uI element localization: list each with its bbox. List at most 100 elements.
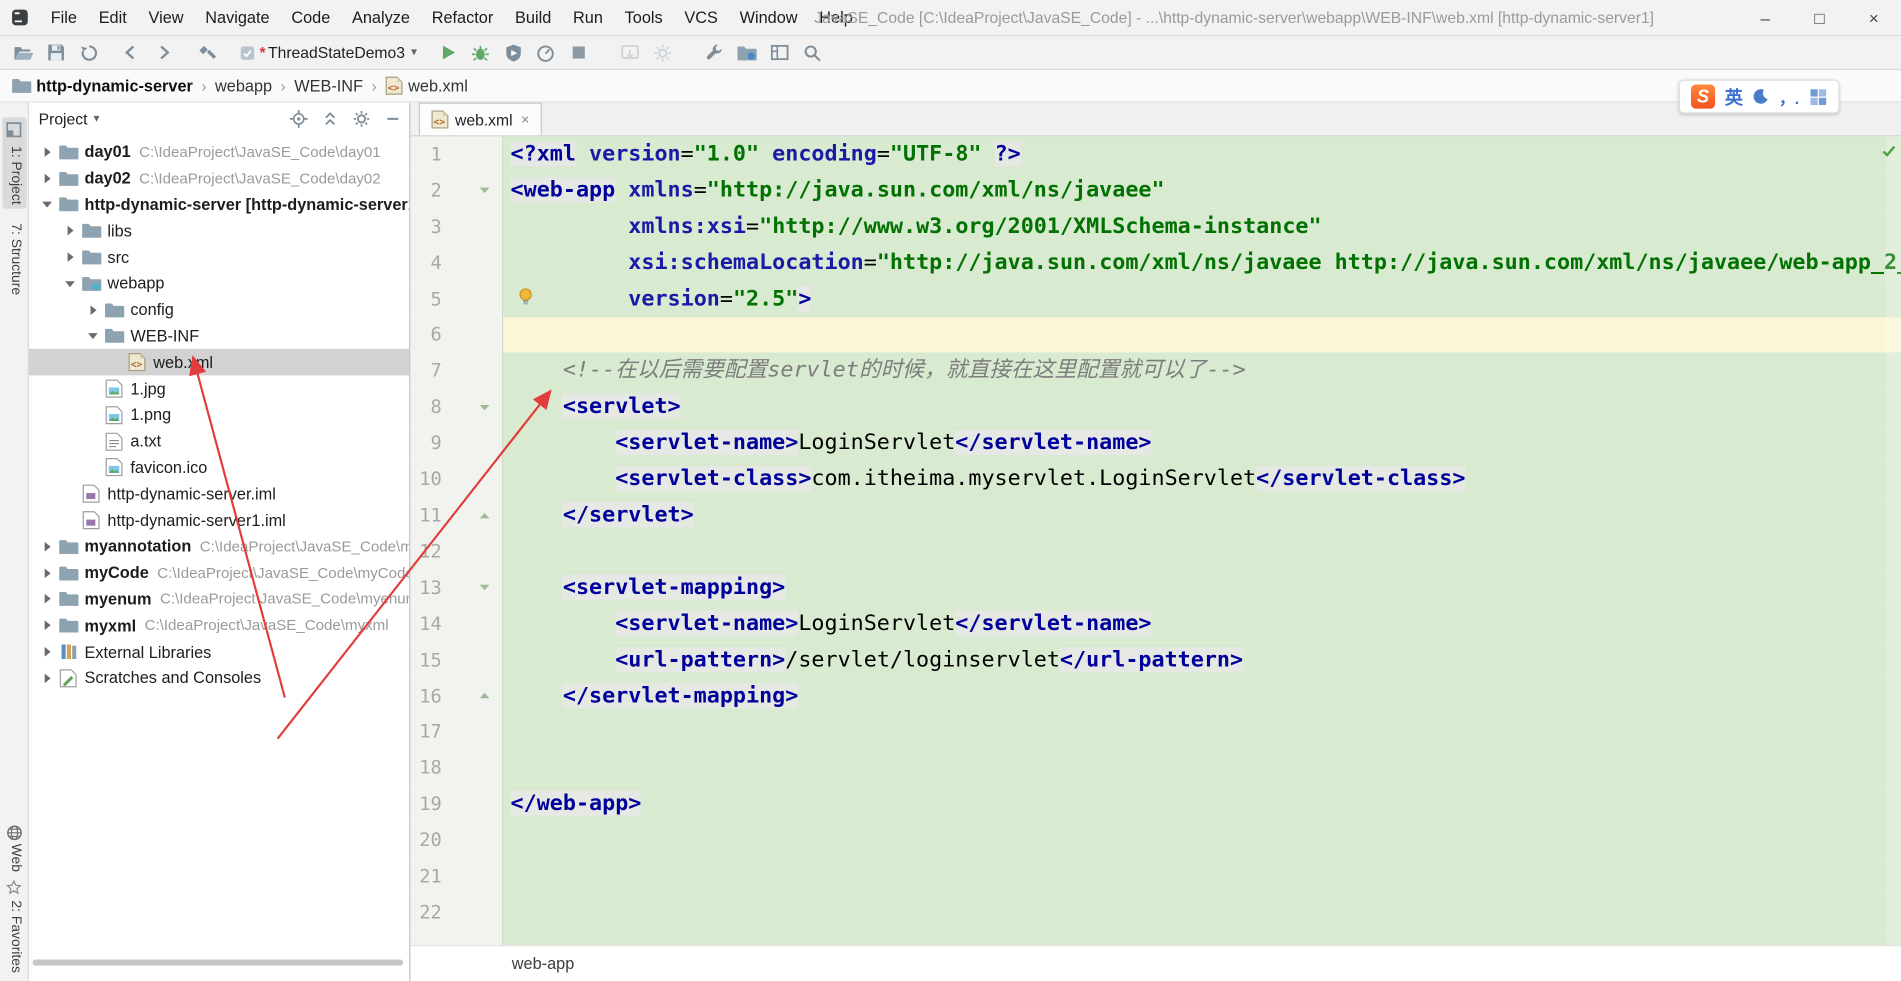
- fold-end-icon[interactable]: [466, 508, 502, 524]
- line-number[interactable]: 10: [410, 468, 441, 490]
- xml-breadcrumb-web-app[interactable]: web-app: [512, 955, 575, 973]
- chevron-collapsed-icon[interactable]: [36, 538, 57, 555]
- globe-icon[interactable]: [6, 824, 23, 841]
- menu-item-run[interactable]: Run: [562, 0, 614, 36]
- tree-item-external-libraries[interactable]: External Libraries: [29, 639, 409, 665]
- line-number[interactable]: 6: [410, 324, 441, 346]
- code-text-line-8[interactable]: <servlet>: [503, 389, 1901, 425]
- code-text-line-22[interactable]: [503, 894, 1901, 930]
- code-text-line-17[interactable]: [503, 714, 1901, 750]
- line-number[interactable]: 21: [410, 865, 441, 887]
- tree-item-http-dynamic-server-iml[interactable]: http-dynamic-server.iml: [29, 481, 409, 507]
- line-number[interactable]: 7: [410, 360, 441, 382]
- tree-item-src[interactable]: src: [29, 244, 409, 270]
- menu-item-view[interactable]: View: [138, 0, 195, 36]
- forward-icon[interactable]: [147, 38, 180, 67]
- line-number[interactable]: 18: [410, 757, 441, 779]
- line-number[interactable]: 15: [410, 649, 441, 671]
- code-text-line-3[interactable]: xmlns:xsi="http://www.w3.org/2001/XMLSch…: [503, 209, 1901, 245]
- chevron-expanded-icon[interactable]: [82, 328, 103, 345]
- editor-scrollbar[interactable]: [1885, 136, 1901, 945]
- code-text-line-16[interactable]: </servlet-mapping>: [503, 678, 1901, 714]
- code-text-line-9[interactable]: <servlet-name>LoginServlet</servlet-name…: [503, 425, 1901, 461]
- star-icon[interactable]: [6, 880, 22, 896]
- gear-arrows-icon[interactable]: [646, 38, 679, 67]
- line-number[interactable]: 1: [410, 144, 441, 166]
- toolbox-grid-icon[interactable]: [1809, 88, 1827, 106]
- chevron-collapsed-icon[interactable]: [36, 170, 57, 187]
- code-text-line-6[interactable]: [503, 317, 1901, 353]
- fold-end-icon[interactable]: [466, 688, 502, 704]
- code-text-line-7[interactable]: <!--在以后需要配置servlet的时候，就直接在这里配置就可以了-->: [503, 353, 1901, 389]
- tree-item-scratches-and-consoles[interactable]: Scratches and Consoles: [29, 665, 409, 691]
- tree-item-a-txt[interactable]: a.txt: [29, 428, 409, 454]
- breadcrumb-http-dynamic-server[interactable]: http-dynamic-server: [12, 77, 193, 95]
- chevron-collapsed-icon[interactable]: [36, 670, 57, 687]
- tree-item-1-png[interactable]: 1.png: [29, 402, 409, 428]
- code-text-line-12[interactable]: [503, 533, 1901, 569]
- code-text-line-15[interactable]: <url-pattern>/servlet/loginservlet</url-…: [503, 642, 1901, 678]
- menu-item-navigate[interactable]: Navigate: [194, 0, 280, 36]
- breadcrumb-web-inf[interactable]: WEB-INF: [294, 77, 363, 95]
- close-button[interactable]: ×: [1847, 0, 1901, 36]
- menu-item-tools[interactable]: Tools: [614, 0, 674, 36]
- fold-start-icon[interactable]: [466, 580, 502, 596]
- tree-item-day01[interactable]: day01C:\IdeaProject\JavaSE_Code\day01: [29, 139, 409, 165]
- toolwindow-tab-project[interactable]: 1: Project: [8, 146, 22, 205]
- breadcrumb-web-xml[interactable]: <>web.xml: [385, 76, 468, 95]
- moon-icon[interactable]: [1753, 88, 1770, 105]
- hide-panel-button[interactable]: [380, 107, 404, 131]
- project-panel-title[interactable]: Project ▾: [39, 110, 100, 128]
- stop-icon[interactable]: [562, 38, 595, 67]
- chevron-collapsed-icon[interactable]: [36, 143, 57, 160]
- tree-item-web-xml[interactable]: <>web.xml: [29, 349, 409, 375]
- menu-item-code[interactable]: Code: [280, 0, 341, 36]
- profiler-icon[interactable]: [529, 38, 562, 67]
- tree-item-myenum[interactable]: myenumC:\IdeaProject\JavaSE_Code\myenum: [29, 586, 409, 612]
- tree-item-mycode[interactable]: myCodeC:\IdeaProject\JavaSE_Code\myCode: [29, 560, 409, 586]
- menu-item-analyze[interactable]: Analyze: [341, 0, 421, 36]
- tree-item-1-jpg[interactable]: 1.jpg: [29, 376, 409, 402]
- code-text-line-13[interactable]: <servlet-mapping>: [503, 570, 1901, 606]
- toolwindow-icon[interactable]: [6, 122, 22, 138]
- code-text-line-5[interactable]: version="2.5">: [503, 281, 1901, 317]
- chevron-expanded-icon[interactable]: [59, 275, 80, 292]
- line-number[interactable]: 14: [410, 613, 441, 635]
- ime-language-indicator[interactable]: 英: [1725, 84, 1743, 109]
- tree-item-favicon-ico[interactable]: favicon.ico: [29, 455, 409, 481]
- menu-item-build[interactable]: Build: [504, 0, 562, 36]
- line-number[interactable]: 8: [410, 396, 441, 418]
- chevron-expanded-icon[interactable]: [36, 196, 57, 213]
- run-icon[interactable]: [432, 38, 465, 67]
- locate-file-button[interactable]: [286, 107, 310, 131]
- project-horizontal-scrollbar[interactable]: [33, 960, 404, 966]
- menu-item-refactor[interactable]: Refactor: [421, 0, 504, 36]
- debug-icon[interactable]: [464, 38, 497, 67]
- code-text-line-19[interactable]: </web-app>: [503, 786, 1901, 822]
- build-icon[interactable]: [189, 38, 222, 67]
- code-text-line-10[interactable]: <servlet-class>com.itheima.myservlet.Log…: [503, 461, 1901, 497]
- code-text-line-18[interactable]: [503, 750, 1901, 786]
- line-number[interactable]: 13: [410, 577, 441, 599]
- code-text-line-14[interactable]: <servlet-name>LoginServlet</servlet-name…: [503, 606, 1901, 642]
- code-text-line-4[interactable]: xsi:schemaLocation="http://java.sun.com/…: [503, 245, 1901, 281]
- line-number[interactable]: 17: [410, 721, 441, 743]
- chevron-collapsed-icon[interactable]: [36, 591, 57, 608]
- search-icon[interactable]: [796, 38, 829, 67]
- open-icon[interactable]: [7, 38, 40, 67]
- line-number[interactable]: 5: [410, 288, 441, 310]
- tree-item-myannotation[interactable]: myannotationC:\IdeaProject\JavaSE_Code\m…: [29, 533, 409, 559]
- layout-icon[interactable]: [763, 38, 796, 67]
- back-icon[interactable]: [115, 38, 148, 67]
- wrench-icon[interactable]: [698, 38, 731, 67]
- chevron-collapsed-icon[interactable]: [59, 222, 80, 239]
- menu-item-file[interactable]: File: [40, 0, 88, 36]
- tree-item-http-dynamic-server-http-dynamic-server1[interactable]: http-dynamic-server [http-dynamic-server…: [29, 191, 409, 217]
- menu-item-vcs[interactable]: VCS: [674, 0, 729, 36]
- tree-item-config[interactable]: config: [29, 297, 409, 323]
- coverage-icon[interactable]: [497, 38, 530, 67]
- line-number[interactable]: 16: [410, 685, 441, 707]
- line-number[interactable]: 20: [410, 829, 441, 851]
- collapse-all-button[interactable]: [317, 107, 341, 131]
- tree-item-web-inf[interactable]: WEB-INF: [29, 323, 409, 349]
